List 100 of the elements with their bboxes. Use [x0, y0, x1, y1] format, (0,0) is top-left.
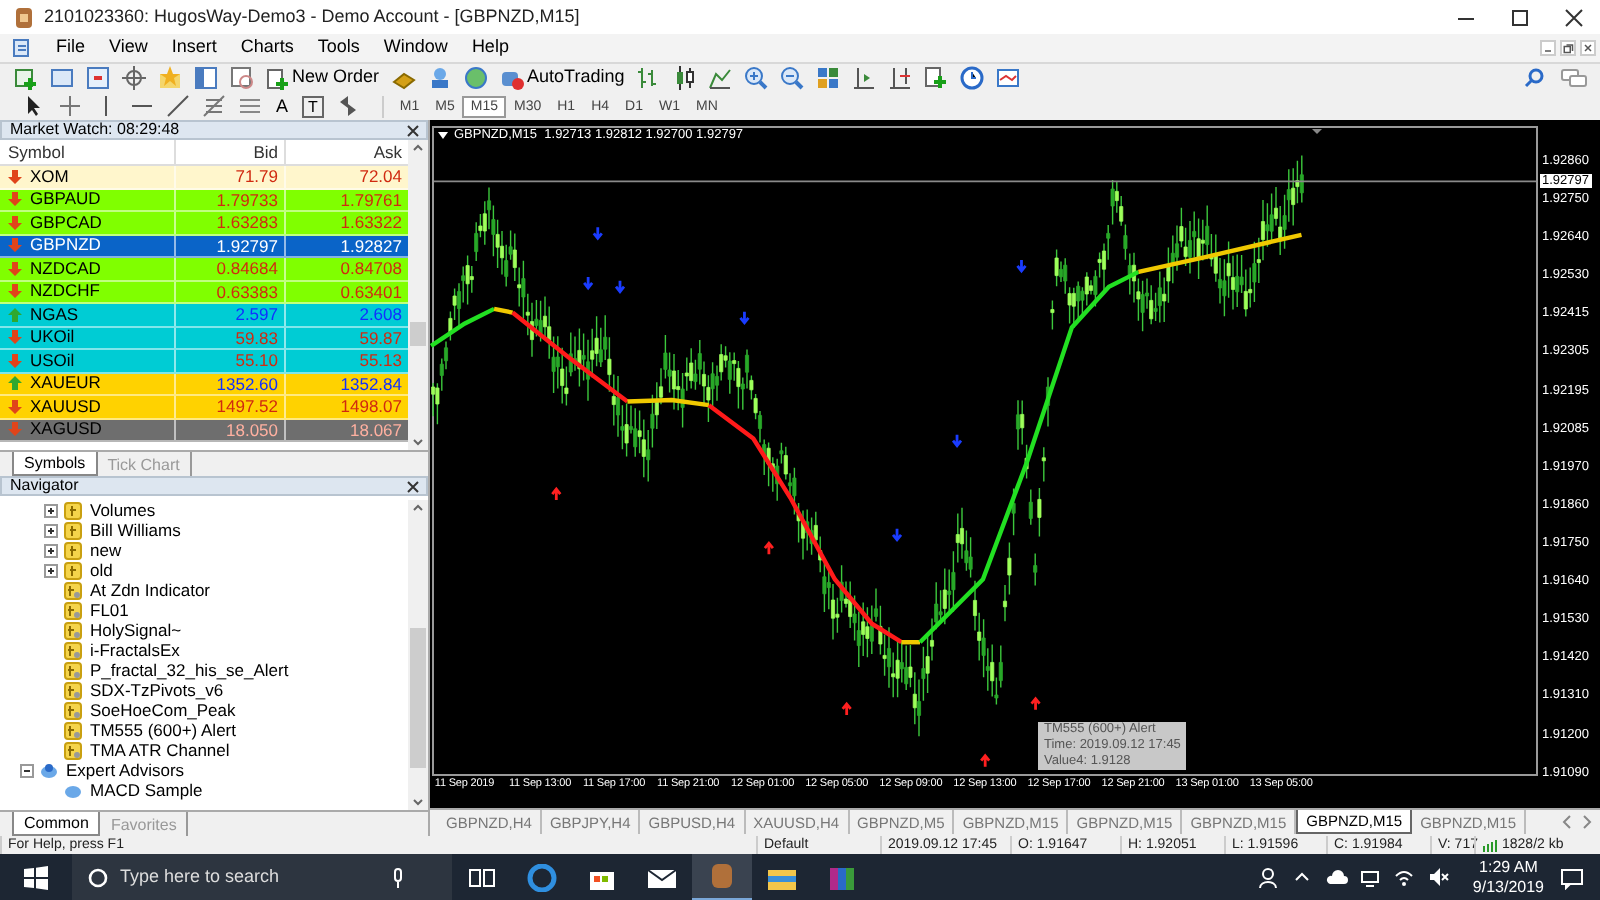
crosshair-icon[interactable] [58, 94, 82, 118]
dropdown-icon[interactable] [438, 132, 448, 140]
table-row[interactable]: GBPCAD 1.63283 1.63322 [0, 212, 408, 235]
menu-item[interactable]: File [44, 34, 98, 62]
template-icon[interactable] [996, 66, 1021, 90]
text-tool-button[interactable]: A [268, 95, 297, 117]
new-chart-icon[interactable] [14, 66, 38, 90]
expand-icon[interactable] [44, 503, 58, 517]
scroll-chart-icon[interactable] [852, 66, 877, 90]
channel-icon[interactable] [238, 94, 262, 118]
menu-item[interactable]: Help [459, 34, 521, 62]
chat-icon[interactable] [1560, 68, 1588, 88]
tree-item[interactable]: At Zdn Indicator [90, 580, 211, 600]
table-row[interactable]: NZDCHF 0.63383 0.63401 [0, 281, 408, 304]
new-order-button[interactable]: New Order [260, 65, 386, 91]
tree-item[interactable]: SoeHoeCom_Peak [90, 700, 236, 720]
table-row[interactable]: GBPAUD 1.79733 1.79761 [0, 189, 408, 212]
column-header[interactable]: Bid [176, 140, 286, 164]
notification-icon[interactable] [1560, 865, 1584, 889]
collapse-icon[interactable] [20, 763, 34, 777]
tree-item[interactable]: MACD Sample [90, 780, 203, 800]
menu-item[interactable]: Charts [228, 34, 306, 62]
fibonacci-icon[interactable] [202, 94, 226, 118]
menu-item[interactable]: View [97, 34, 160, 62]
star-folder-icon[interactable] [158, 66, 182, 90]
column-header[interactable]: Symbol [0, 140, 176, 164]
trend-line-icon[interactable] [166, 94, 190, 118]
panel-icon[interactable] [194, 66, 218, 90]
scroll-down-icon[interactable] [410, 434, 426, 450]
text-label-tool-button[interactable]: T [302, 95, 324, 117]
bid-cell: 59.83 [176, 327, 286, 348]
maximize-icon[interactable] [1510, 7, 1530, 27]
clock-icon[interactable] [960, 66, 985, 90]
table-row[interactable]: XAUUSD 1497.52 1498.07 [0, 396, 408, 419]
close-icon[interactable] [1564, 7, 1584, 27]
candlestick-icon[interactable] [672, 66, 697, 90]
tree-item[interactable]: Expert Advisors [66, 760, 185, 780]
table-row[interactable]: NGAS 2.597 2.608 [0, 304, 408, 327]
scroll-left-icon[interactable] [1562, 814, 1574, 830]
scroll-thumb[interactable] [410, 322, 426, 347]
windows-logo-icon[interactable] [24, 865, 48, 889]
tree-item[interactable]: i-FractalsEx [90, 640, 180, 660]
auto-trading-button[interactable]: AutoTrading [493, 65, 631, 91]
panel-tab[interactable]: Symbols [12, 452, 98, 476]
zoom-in-icon[interactable] [744, 66, 769, 90]
scroll-up-icon[interactable] [410, 500, 426, 516]
tree-item[interactable]: TM555 (600+) Alert [90, 720, 236, 740]
line-chart-icon[interactable] [708, 66, 733, 90]
bar-chart-icon[interactable] [636, 66, 661, 90]
table-row[interactable]: GBPNZD 1.92797 1.92827 [0, 235, 408, 258]
tree-item[interactable]: Volumes [90, 500, 156, 520]
indicator-add-icon[interactable] [924, 66, 949, 90]
tree-item[interactable]: TMA ATR Channel [90, 740, 230, 760]
cloud-icon[interactable] [1326, 866, 1349, 888]
search-input[interactable]: Type here to search [120, 863, 380, 891]
table-row[interactable]: XOM 71.79 72.04 [0, 166, 408, 189]
scroll-up-icon[interactable] [410, 140, 426, 156]
tree-item[interactable]: Bill Williams [90, 520, 181, 540]
tree-item[interactable]: FL01 [90, 600, 129, 620]
close-icon[interactable] [406, 123, 420, 137]
table-row[interactable]: UKOil 59.83 59.87 [0, 327, 408, 350]
scrollbar[interactable] [408, 140, 428, 450]
speaker-muted-icon[interactable] [1428, 866, 1451, 888]
search-box[interactable]: Type here to search [72, 854, 452, 900]
restore-icon[interactable] [1560, 40, 1576, 56]
scroll-down-icon[interactable] [410, 794, 426, 810]
tree-item[interactable]: new [90, 540, 122, 560]
zoom-out-icon[interactable] [780, 66, 805, 90]
crosshair-icon[interactable] [122, 66, 146, 90]
expand-icon[interactable] [44, 543, 58, 557]
tree-item[interactable]: P_fractal_32_his_se_Alert [90, 660, 289, 680]
tile-windows-icon[interactable] [816, 66, 841, 90]
ask-cell-text: 1.92827 [338, 235, 404, 256]
menu-item[interactable]: Insert [159, 34, 229, 62]
close-icon[interactable] [406, 479, 420, 493]
table-row[interactable]: XAUEUR 1352.60 1352.84 [0, 373, 408, 396]
window-icon[interactable] [50, 66, 74, 90]
clock-date[interactable]: 9/13/2019 [1472, 877, 1544, 897]
table-row[interactable]: XAGUSD 18.050 18.067 [0, 419, 408, 442]
tree-item[interactable]: HolySignal~ [90, 620, 182, 640]
scroll-thumb[interactable] [410, 627, 426, 768]
tree-item[interactable]: SDX-TzPivots_v6 [90, 680, 224, 700]
chart-shift-icon[interactable] [888, 66, 913, 90]
scroll-right-icon[interactable] [1580, 814, 1592, 830]
tree-item[interactable]: old [90, 560, 113, 580]
panel-tab[interactable]: Common [12, 812, 101, 836]
cursor-icon[interactable] [22, 94, 46, 118]
menu-item[interactable]: Tools [305, 34, 372, 62]
browser-icon[interactable] [526, 863, 558, 891]
clock-time[interactable]: 1:29 AM [1479, 857, 1538, 877]
search-icon[interactable] [1524, 68, 1544, 88]
table-row[interactable]: USOil 55.10 55.13 [0, 350, 408, 373]
column-header[interactable]: Ask [286, 140, 408, 164]
menu-item[interactable]: Window [371, 34, 460, 62]
wifi-icon[interactable] [1394, 866, 1417, 888]
expand-icon[interactable] [44, 563, 58, 577]
table-row[interactable]: NZDCAD 0.84684 0.84708 [0, 258, 408, 281]
task-view-icon[interactable] [466, 863, 498, 891]
expand-icon[interactable] [44, 523, 58, 537]
scrollbar[interactable] [408, 500, 428, 810]
